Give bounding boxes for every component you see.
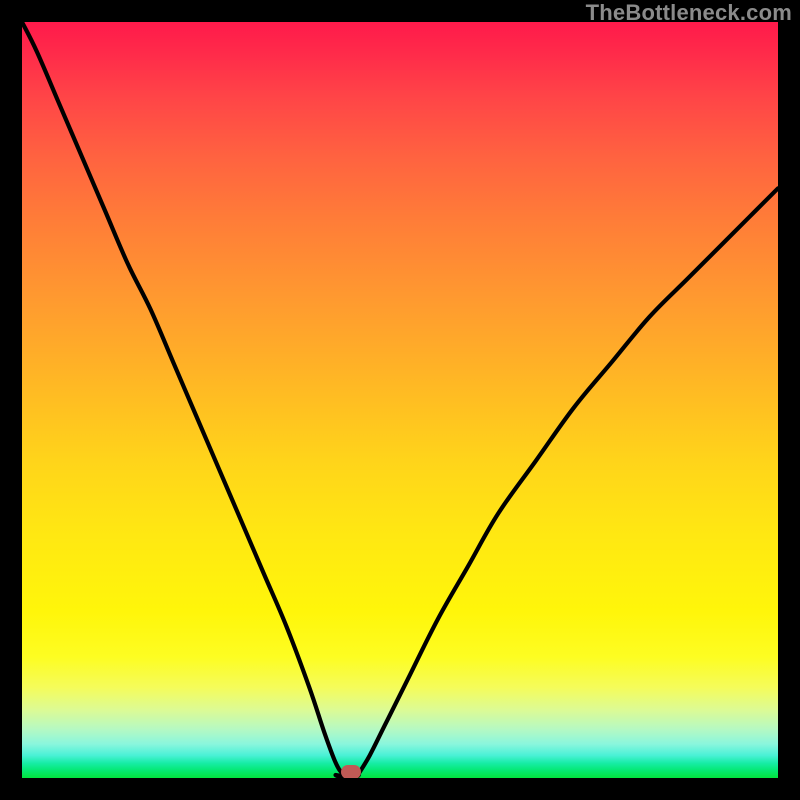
bottleneck-curve [22,22,778,778]
watermark-text: TheBottleneck.com [586,0,792,26]
chart-frame: TheBottleneck.com [0,0,800,800]
optimum-marker [341,765,361,778]
plot-area [22,22,778,778]
